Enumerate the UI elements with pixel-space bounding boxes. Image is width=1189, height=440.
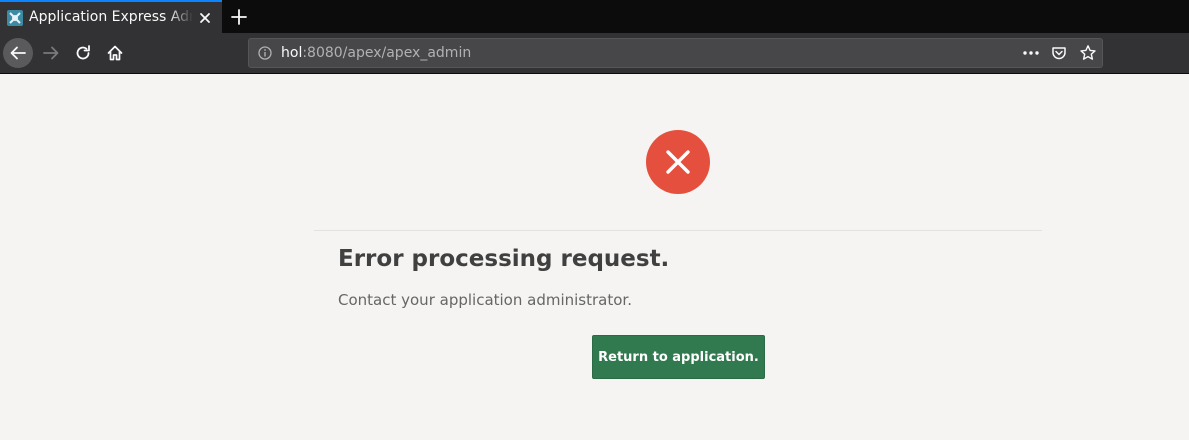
content-divider [314,230,1042,231]
close-icon[interactable] [197,10,213,26]
tab-title: Application Express Administration [29,9,193,25]
page-content: Error processing request. Contact your a… [0,74,1189,440]
error-status-icon [646,130,710,194]
home-button[interactable] [100,38,130,68]
pocket-icon[interactable] [1051,45,1067,61]
url-host: hol [281,45,303,61]
reload-icon [76,45,90,60]
forward-button[interactable] [36,38,66,68]
reload-button[interactable] [68,38,98,68]
apex-favicon-icon [7,10,23,26]
browser-tab[interactable]: Application Express Administration [0,0,222,33]
site-info-icon[interactable] [258,46,272,60]
address-bar[interactable]: hol:8080/apex/apex_admin [248,38,1103,68]
forward-arrow-icon [43,46,59,60]
url-path: :8080/apex/apex_admin [302,45,472,61]
bookmark-star-icon[interactable] [1079,44,1097,62]
return-to-application-button[interactable]: Return to application. [592,335,765,379]
home-icon [107,45,123,61]
plus-icon[interactable] [230,8,248,26]
error-message: Contact your application administrator. [338,291,632,309]
error-x-icon [666,150,690,174]
back-arrow-icon [10,46,26,60]
url-text[interactable]: hol:8080/apex/apex_admin [281,45,471,61]
back-button[interactable] [3,38,33,68]
tab-strip: Application Express Administration [0,0,1189,33]
error-title: Error processing request. [338,246,670,272]
more-actions-icon[interactable] [1021,45,1041,61]
nav-toolbar: hol:8080/apex/apex_admin [0,33,1189,74]
